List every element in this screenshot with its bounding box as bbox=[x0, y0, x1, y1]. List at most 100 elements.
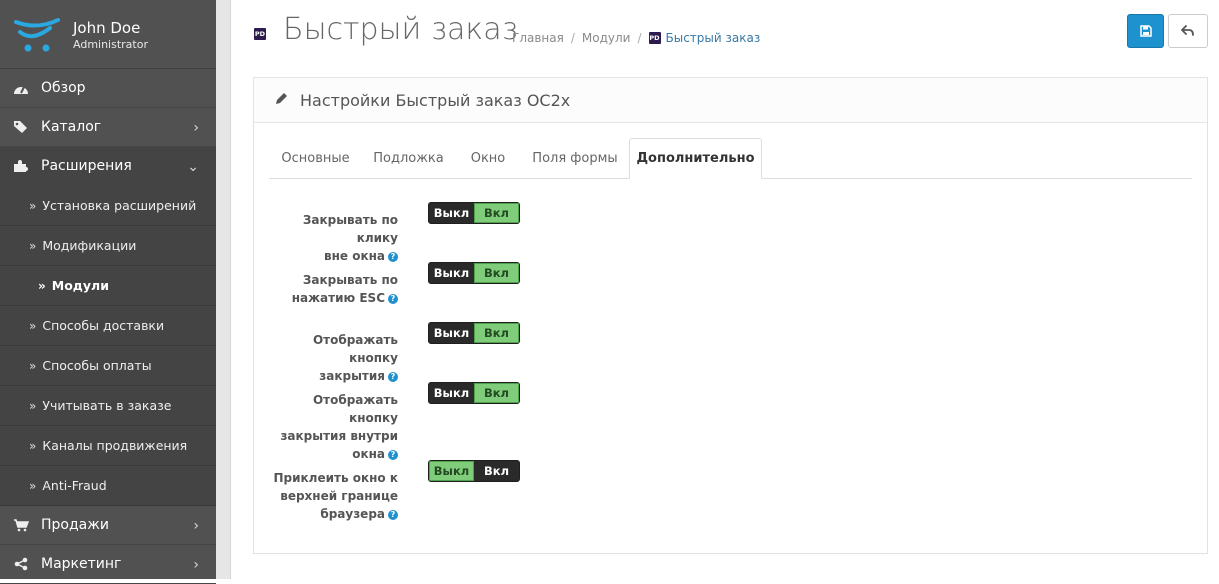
nav-label: Обзор bbox=[41, 80, 86, 96]
setting-label: Закрывать по нажатию ESC? bbox=[262, 271, 398, 307]
save-icon bbox=[1139, 25, 1152, 37]
sidebar-item-modules[interactable]: » Модули bbox=[0, 266, 216, 306]
nav-sales[interactable]: Продажи › bbox=[0, 506, 216, 545]
toggle-stick-to-top[interactable]: Выкл Вкл bbox=[428, 460, 520, 482]
chevron-right-icon: › bbox=[193, 557, 199, 573]
nav-sub-label: Установка расширений bbox=[42, 198, 197, 213]
module-badge-icon: PD bbox=[648, 32, 661, 44]
back-button[interactable] bbox=[1168, 14, 1208, 48]
sidebar-item-shipping[interactable]: » Способы доставки bbox=[0, 306, 216, 346]
cart-icon bbox=[13, 518, 29, 532]
help-icon[interactable]: ? bbox=[388, 293, 398, 304]
toggle-close-esc[interactable]: Выкл Вкл bbox=[428, 262, 520, 284]
nav-sub-label: Способы доставки bbox=[42, 318, 165, 333]
nav-label: Продажи bbox=[41, 517, 109, 533]
toggle-on-option[interactable]: Вкл bbox=[473, 263, 519, 283]
nav-catalog[interactable]: Каталог › bbox=[0, 108, 216, 147]
module-badge-icon: PD bbox=[254, 28, 266, 40]
sidebar-item-payment[interactable]: » Способы оплаты bbox=[0, 346, 216, 386]
help-icon[interactable]: ? bbox=[388, 509, 398, 520]
toggle-close-outside-click[interactable]: Выкл Вкл bbox=[428, 202, 520, 224]
tab-backdrop[interactable]: Подложка bbox=[362, 138, 455, 178]
toggle-on-option[interactable]: Вкл bbox=[473, 323, 519, 343]
label-line: верхней границе bbox=[280, 489, 398, 503]
nav-label: Расширения bbox=[41, 158, 132, 174]
toggle-on-option[interactable]: Вкл bbox=[473, 203, 519, 223]
tab-main[interactable]: Основные bbox=[269, 138, 362, 178]
label-line: Закрывать по клику bbox=[302, 213, 398, 245]
sidebar-edge bbox=[216, 0, 231, 579]
breadcrumb-separator: / bbox=[637, 31, 642, 45]
chevron-down-icon: ⌄ bbox=[187, 159, 199, 175]
chevron-right-icon: › bbox=[193, 518, 199, 534]
double-chevron-icon: » bbox=[29, 438, 37, 453]
user-profile[interactable]: John Doe Administrator bbox=[0, 0, 216, 69]
setting-label: Отображать кнопку закрытия? bbox=[262, 331, 398, 385]
toggle-off-option[interactable]: Выкл bbox=[429, 461, 475, 481]
toggle-off-option[interactable]: Выкл bbox=[429, 323, 474, 343]
double-chevron-icon: » bbox=[29, 198, 37, 213]
pencil-icon bbox=[276, 93, 287, 104]
share-icon bbox=[13, 557, 29, 571]
double-chevron-icon: » bbox=[29, 358, 37, 373]
puzzle-icon bbox=[13, 159, 29, 173]
nav-sub-label: Anti-Fraud bbox=[42, 478, 107, 493]
setting-label: Отображать кнопку закрытия внутри окна? bbox=[262, 391, 398, 463]
nav-sub-label: Учитывать в заказе bbox=[42, 398, 172, 413]
toggle-off-option[interactable]: Выкл bbox=[429, 263, 474, 283]
label-line: браузера bbox=[320, 507, 385, 521]
sidebar-item-feeds[interactable]: » Каналы продвижения bbox=[0, 426, 216, 466]
toggle-close-button-inside[interactable]: Выкл Вкл bbox=[428, 382, 520, 404]
nav-sub-label: Каналы продвижения bbox=[42, 438, 188, 453]
nav-sub-label: Модули bbox=[51, 278, 109, 293]
label-line: закрытия bbox=[319, 369, 385, 383]
toggle-off-option[interactable]: Выкл bbox=[429, 383, 474, 403]
save-button[interactable] bbox=[1127, 14, 1164, 48]
toggle-off-option[interactable]: Выкл bbox=[429, 203, 474, 223]
label-line: Приклеить окно к bbox=[273, 471, 399, 485]
nav-label: Маркетинг bbox=[41, 556, 122, 572]
setting-label: Приклеить окно к верхней границе браузер… bbox=[262, 469, 398, 523]
double-chevron-icon: » bbox=[38, 278, 46, 293]
sidebar-item-order-totals[interactable]: » Учитывать в заказе bbox=[0, 386, 216, 426]
tab-bar: Основные Подложка Окно Поля формы Дополн… bbox=[269, 138, 1192, 179]
breadcrumb-modules[interactable]: Модули bbox=[582, 31, 631, 45]
breadcrumb-current[interactable]: Быстрый заказ bbox=[666, 31, 761, 45]
nav-marketing[interactable]: Маркетинг › bbox=[0, 545, 216, 584]
double-chevron-icon: » bbox=[29, 238, 37, 253]
help-icon[interactable]: ? bbox=[388, 371, 398, 382]
toggle-on-option[interactable]: Вкл bbox=[474, 461, 519, 481]
help-icon[interactable]: ? bbox=[388, 251, 398, 262]
breadcrumb-home[interactable]: Главная bbox=[512, 31, 564, 45]
double-chevron-icon: » bbox=[29, 318, 37, 333]
sidebar-item-anti-fraud[interactable]: » Anti-Fraud bbox=[0, 466, 216, 506]
toggle-show-close-button[interactable]: Выкл Вкл bbox=[428, 322, 520, 344]
chevron-right-icon: › bbox=[193, 120, 199, 136]
user-role: Administrator bbox=[73, 38, 148, 51]
setting-label: Закрывать по клику вне окна? bbox=[262, 211, 398, 265]
double-chevron-icon: » bbox=[29, 398, 37, 413]
toggle-on-option[interactable]: Вкл bbox=[473, 383, 519, 403]
opencart-logo-icon bbox=[14, 18, 60, 52]
breadcrumb: Главная / Модули / PD Быстрый заказ bbox=[512, 31, 760, 45]
panel-header: Настройки Быстрый заказ OC2x bbox=[254, 78, 1207, 123]
tab-form-fields[interactable]: Поля формы bbox=[521, 138, 629, 178]
label-line: Закрывать по bbox=[302, 273, 398, 287]
tab-window[interactable]: Окно bbox=[455, 138, 521, 178]
page-title: Быстрый заказ bbox=[283, 12, 518, 47]
label-line: окна bbox=[352, 447, 385, 461]
sidebar: John Doe Administrator Обзор Каталог › Р… bbox=[0, 0, 216, 584]
nav-dashboard[interactable]: Обзор bbox=[0, 69, 216, 108]
nav-extensions[interactable]: Расширения ⌄ bbox=[0, 147, 216, 186]
panel-title: Настройки Быстрый заказ OC2x bbox=[300, 91, 571, 110]
nav-sub-label: Модификации bbox=[42, 238, 137, 253]
label-line: закрытия внутри bbox=[280, 429, 398, 443]
help-icon[interactable]: ? bbox=[388, 449, 398, 460]
dashboard-icon bbox=[13, 81, 29, 95]
breadcrumb-separator: / bbox=[570, 31, 575, 45]
tab-additional[interactable]: Дополнительно bbox=[629, 138, 762, 179]
sidebar-item-modifications[interactable]: » Модификации bbox=[0, 226, 216, 266]
sidebar-item-install-extensions[interactable]: » Установка расширений bbox=[0, 186, 216, 226]
user-name: John Doe bbox=[73, 19, 141, 37]
reply-icon bbox=[1181, 25, 1194, 36]
